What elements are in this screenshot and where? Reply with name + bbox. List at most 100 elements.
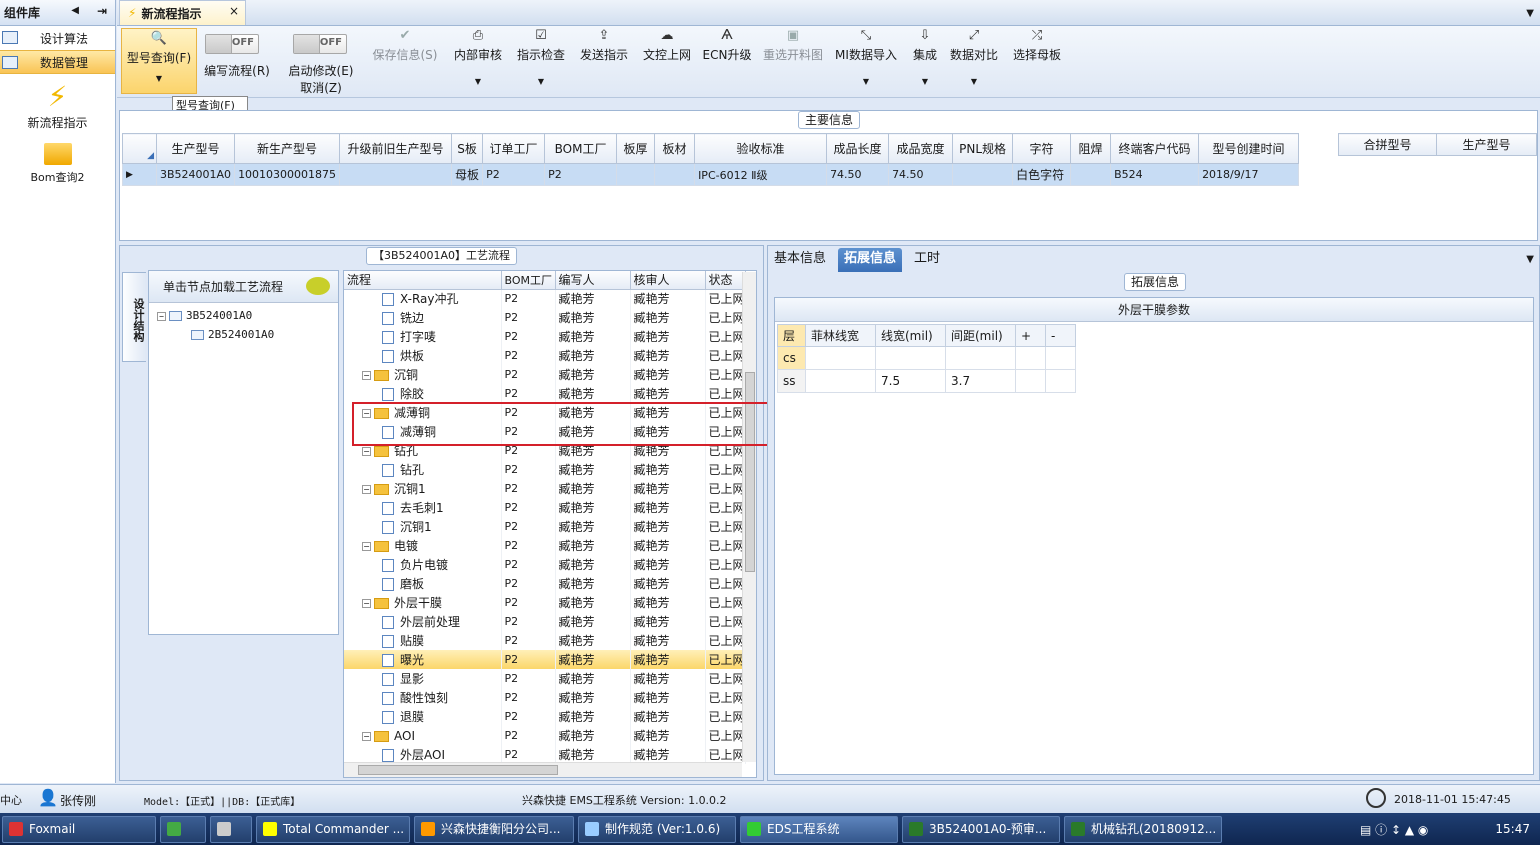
table-cell[interactable]: P2	[501, 346, 556, 365]
table-row[interactable]: cs	[777, 346, 1076, 370]
table-cell[interactable]: 臧艳芳	[555, 365, 631, 384]
taskbar-item-app[interactable]	[210, 816, 252, 843]
table-cell[interactable]: 母板	[451, 163, 484, 186]
table-cell[interactable]: 已上网	[705, 574, 746, 593]
table-cell[interactable]: P2	[501, 327, 556, 346]
table-cell[interactable]: 已上网	[705, 365, 746, 384]
table-cell[interactable]: 臧艳芳	[630, 517, 706, 536]
mi-data-import-button[interactable]: ⤡ MI数据导入 ▼	[833, 26, 899, 86]
flow-step-cell[interactable]: 铣边	[344, 308, 502, 327]
column-header[interactable]: 核审人	[630, 271, 706, 290]
table-cell[interactable]: 白色字符	[1012, 163, 1072, 186]
column-header[interactable]: 字符	[1012, 133, 1072, 164]
table-cell[interactable]	[805, 369, 876, 393]
table-cell[interactable]	[654, 163, 696, 186]
table-cell[interactable]: 臧艳芳	[555, 517, 631, 536]
taskbar-item-excel-1[interactable]: 3B524001A0-预审...	[902, 816, 1060, 843]
table-cell[interactable]: 臧艳芳	[555, 536, 631, 555]
table-cell[interactable]: 3B524001A0	[155, 163, 236, 186]
data-compare-button[interactable]: ⤢ 数据对比 ▼	[947, 26, 1001, 86]
remove-column-button[interactable]: -	[1045, 324, 1076, 347]
flow-step-cell[interactable]: 去毛刺1	[344, 498, 502, 517]
flow-step-cell[interactable]: − 沉铜1	[344, 479, 502, 498]
table-row[interactable]: − 沉铜1 P2 臧艳芳 臧艳芳 已上网	[344, 479, 746, 498]
table-cell[interactable]: P2	[501, 593, 556, 612]
table-row[interactable]: 外层前处理 P2 臧艳芳 臧艳芳 已上网	[344, 612, 746, 631]
table-row[interactable]: 酸性蚀刻 P2 臧艳芳 臧艳芳 已上网	[344, 688, 746, 707]
flow-step-cell[interactable]: 酸性蚀刻	[344, 688, 502, 707]
table-cell[interactable]: 已上网	[705, 289, 746, 308]
send-instruction-button[interactable]: ⇪ 发送指示	[576, 26, 632, 63]
table-cell[interactable]: P2	[501, 707, 556, 726]
table-cell[interactable]: P2	[501, 536, 556, 555]
table-cell[interactable]: P2	[501, 650, 556, 669]
column-header[interactable]: BOM工厂	[544, 133, 618, 164]
table-row[interactable]: − 电镀 P2 臧艳芳 臧艳芳 已上网	[344, 536, 746, 555]
model-query-button[interactable]: 🔍 型号查询(F) ▼	[121, 28, 197, 94]
column-header[interactable]: 成品宽度	[888, 133, 954, 164]
table-cell[interactable]: 臧艳芳	[630, 555, 706, 574]
flow-step-cell[interactable]: 打字唛	[344, 327, 502, 346]
table-cell[interactable]: 已上网	[705, 707, 746, 726]
table-cell[interactable]: P2	[544, 163, 618, 186]
table-cell[interactable]: 臧艳芳	[555, 650, 631, 669]
table-cell[interactable]: 臧艳芳	[555, 460, 631, 479]
table-row[interactable]: 负片电镀 P2 臧艳芳 臧艳芳 已上网	[344, 555, 746, 574]
table-row[interactable]: X-Ray冲孔 P2 臧艳芳 臧艳芳 已上网	[344, 289, 746, 308]
close-icon[interactable]: ×	[229, 4, 239, 18]
table-cell[interactable]: 臧艳芳	[555, 707, 631, 726]
table-cell[interactable]	[1015, 369, 1046, 393]
table-cell[interactable]: 臧艳芳	[630, 365, 706, 384]
table-cell[interactable]: 臧艳芳	[630, 631, 706, 650]
table-cell[interactable]: P2	[501, 460, 556, 479]
column-header[interactable]: 生产型号	[155, 133, 236, 164]
flow-step-cell[interactable]: − 电镀	[344, 536, 502, 555]
table-cell[interactable]: 已上网	[705, 384, 746, 403]
chevron-down-icon[interactable]: ▼	[1526, 8, 1534, 19]
table-cell[interactable]	[1015, 346, 1046, 370]
table-cell[interactable]: 臧艳芳	[630, 346, 706, 365]
select-mother-board-button[interactable]: ⤮ 选择母板	[1009, 26, 1065, 63]
horizontal-scrollbar[interactable]	[344, 762, 742, 777]
table-cell[interactable]: 臧艳芳	[555, 498, 631, 517]
table-cell[interactable]: 臧艳芳	[630, 669, 706, 688]
column-header[interactable]: 合拼型号	[1338, 133, 1437, 156]
table-cell[interactable]: P2	[501, 726, 556, 745]
column-header[interactable]: 成品长度	[826, 133, 890, 164]
table-cell[interactable]: 已上网	[705, 726, 746, 745]
table-cell[interactable]: 臧艳芳	[555, 384, 631, 403]
table-cell[interactable]: 3.7	[945, 369, 1016, 393]
table-cell[interactable]: 臧艳芳	[630, 536, 706, 555]
table-cell[interactable]: 已上网	[705, 479, 746, 498]
column-header[interactable]: 菲林线宽	[805, 324, 876, 347]
column-header[interactable]: 板厚	[616, 133, 656, 164]
nav-design-algorithm[interactable]: 设计算法	[0, 26, 115, 50]
table-cell[interactable]	[945, 346, 1016, 370]
taskbar-item-spec[interactable]: 制作规范 (Ver:1.0.6)	[578, 816, 736, 843]
column-header[interactable]: 生产型号	[1436, 133, 1537, 156]
column-header[interactable]: 阻焊	[1070, 133, 1112, 164]
table-cell[interactable]: 臧艳芳	[630, 479, 706, 498]
collapse-icon[interactable]: −	[157, 311, 166, 321]
tray-icons[interactable]: ▤ ⓘ ↕ ▲ ◉	[1360, 821, 1428, 838]
column-header[interactable]: 升级前旧生产型号	[339, 133, 453, 164]
internal-review-button[interactable]: ⎙ 内部审核 ▼	[451, 26, 505, 86]
tree-node[interactable]: 2B524001A0	[191, 328, 274, 341]
table-cell[interactable]: 74.50	[888, 163, 954, 186]
flow-step-cell[interactable]: 沉铜1	[344, 517, 502, 536]
table-row[interactable]: 打字唛 P2 臧艳芳 臧艳芳 已上网	[344, 327, 746, 346]
table-row[interactable]: ss 7.5 3.7	[777, 369, 1076, 393]
table-cell[interactable]: 已上网	[705, 631, 746, 650]
table-cell[interactable]: P2	[482, 163, 546, 186]
table-cell[interactable]: 臧艳芳	[555, 593, 631, 612]
table-cell[interactable]: 臧艳芳	[555, 688, 631, 707]
table-cell[interactable]	[805, 346, 876, 370]
table-cell[interactable]: P2	[501, 574, 556, 593]
table-cell[interactable]: ss	[777, 369, 806, 393]
table-cell[interactable]: 已上网	[705, 308, 746, 327]
taskbar-item-browser[interactable]: 兴森快捷衡阳分公司...	[414, 816, 574, 843]
table-cell[interactable]: IPC-6012 Ⅱ级	[694, 163, 828, 186]
chevron-down-icon[interactable]: ▼	[1526, 254, 1534, 265]
table-cell[interactable]: 臧艳芳	[630, 726, 706, 745]
table-cell[interactable]	[1070, 163, 1112, 186]
